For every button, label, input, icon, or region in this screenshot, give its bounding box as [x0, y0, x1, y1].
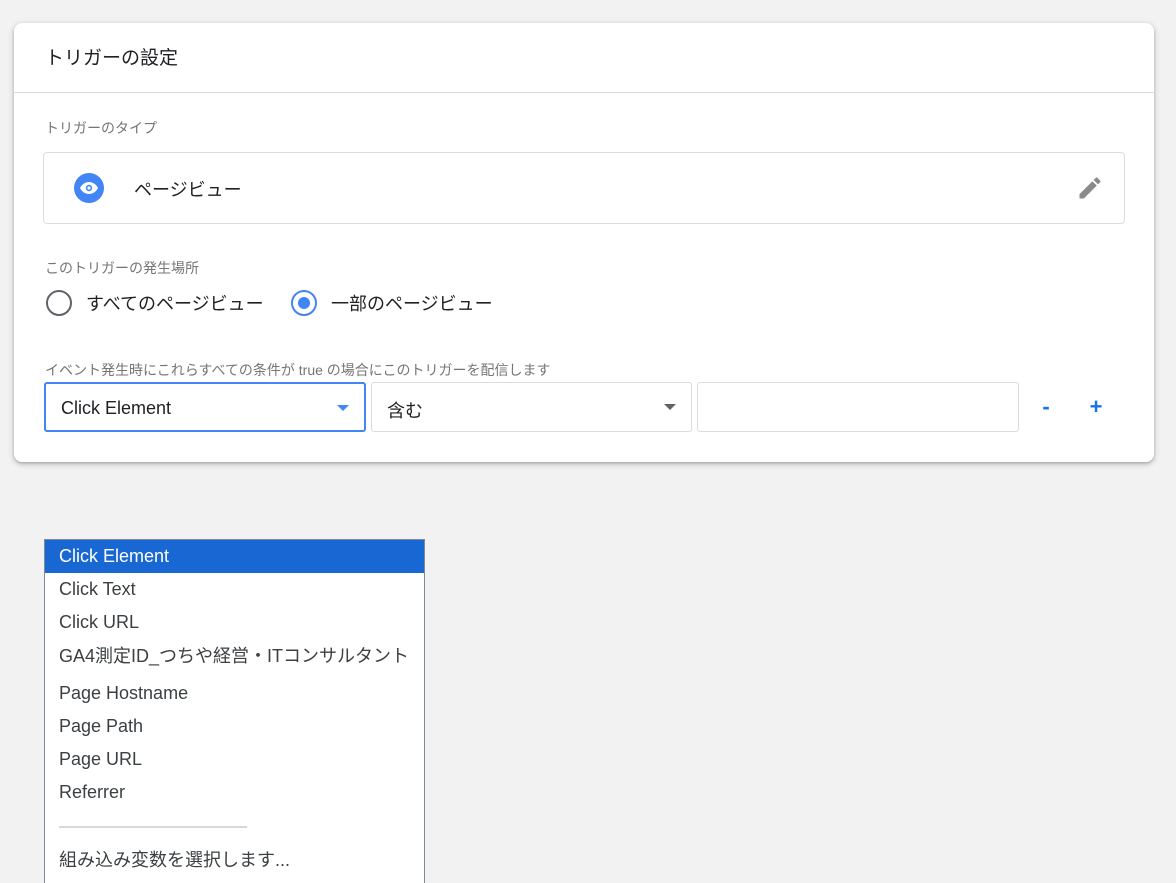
dropdown-item-page-path[interactable]: Page Path [45, 710, 424, 743]
dropdown-item-page-url[interactable]: Page URL [45, 743, 424, 776]
radio-all-pageviews[interactable]: すべてのページビュー [46, 290, 264, 316]
title-divider [14, 92, 1154, 93]
operator-select-value: 含む [387, 401, 423, 421]
dropdown-item-click-element[interactable]: Click Element [45, 540, 424, 573]
variable-dropdown-list: Click Element Click Text Click URL GA4測定… [44, 539, 425, 883]
trigger-type-label: トリガーのタイプ [45, 120, 157, 136]
dropdown-separator [59, 826, 247, 828]
trigger-type-name: ページビュー [134, 180, 242, 200]
operator-select[interactable]: 含む [371, 382, 692, 432]
variable-select[interactable]: Click Element [44, 382, 366, 432]
condition-value-input[interactable] [697, 382, 1019, 432]
dropdown-item-click-url[interactable]: Click URL [45, 606, 424, 639]
remove-condition-button[interactable]: - [1031, 392, 1061, 422]
eye-icon [74, 173, 104, 203]
chevron-down-icon [664, 404, 676, 410]
dropdown-item-referrer[interactable]: Referrer [45, 776, 424, 809]
dropdown-item-ga4-id[interactable]: GA4測定ID_つちや経営・ITコンサルタント [45, 640, 424, 673]
trigger-config-card: トリガーの設定 トリガーのタイプ ページビュー このトリガーの発生場所 すべての… [14, 23, 1154, 462]
chevron-down-icon [337, 405, 349, 411]
radio-button-unchecked[interactable] [46, 290, 72, 316]
trigger-type-box[interactable]: ページビュー [43, 152, 1125, 224]
add-condition-button[interactable]: + [1081, 392, 1111, 422]
radio-label-all: すべてのページビュー [86, 294, 264, 314]
pencil-icon[interactable] [1076, 174, 1104, 202]
radio-button-checked[interactable] [291, 290, 317, 316]
radio-some-pageviews[interactable]: 一部のページビュー [291, 290, 493, 316]
condition-label: イベント発生時にこれらすべての条件が true の場合にこのトリガーを配信します [45, 362, 551, 378]
card-title: トリガーの設定 [45, 48, 179, 69]
dropdown-item-builtin-variables[interactable]: 組み込み変数を選択します... [45, 844, 424, 877]
radio-label-some: 一部のページビュー [331, 294, 493, 314]
dropdown-item-click-text[interactable]: Click Text [45, 573, 424, 606]
variable-select-value: Click Element [61, 398, 172, 418]
fire-on-label: このトリガーの発生場所 [45, 260, 199, 276]
dropdown-item-page-hostname[interactable]: Page Hostname [45, 677, 424, 710]
